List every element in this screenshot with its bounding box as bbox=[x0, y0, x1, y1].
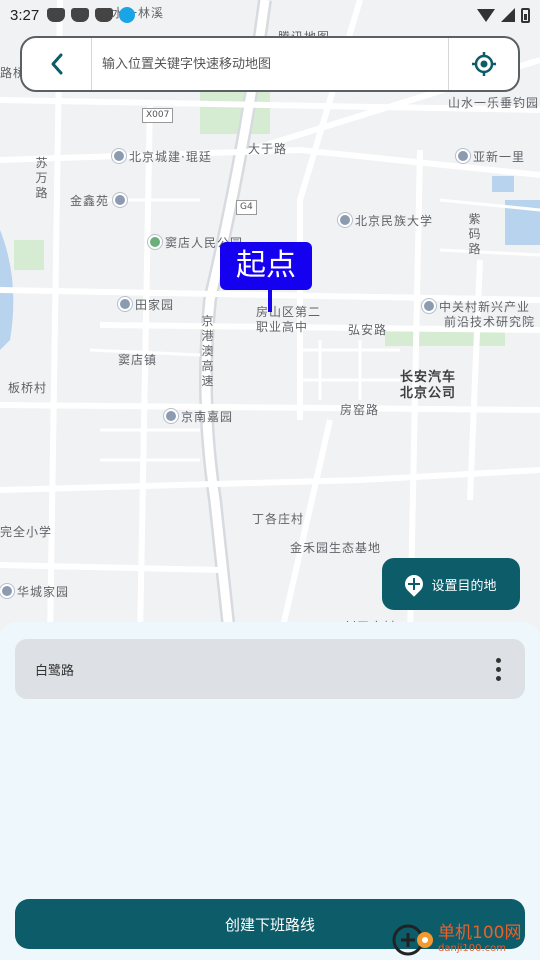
map-label: 北京公司 bbox=[400, 386, 457, 401]
map-label: 华城家园 bbox=[0, 583, 69, 600]
search-bar bbox=[20, 36, 520, 92]
locate-icon bbox=[471, 52, 496, 76]
search-input[interactable] bbox=[92, 56, 448, 72]
chevron-left-icon bbox=[51, 53, 62, 75]
signal-icon bbox=[501, 8, 515, 22]
map-view[interactable]: X007 G4 水一林溪 腾讯地图 路桥 山水一乐垂钓园 大于路 北京城建·琨廷… bbox=[0, 0, 540, 640]
map-label: 京南嘉园 bbox=[164, 408, 233, 425]
map-label: 金鑫苑 bbox=[70, 192, 130, 209]
set-destination-label: 设置目的地 bbox=[431, 578, 497, 594]
bottom-sheet: 白鹭路 创建下班路线 bbox=[0, 622, 540, 960]
back-button[interactable] bbox=[22, 38, 92, 90]
poi-icon bbox=[0, 584, 14, 598]
notification-icons bbox=[47, 7, 136, 23]
map-label: 大于路 bbox=[248, 142, 288, 156]
map-label: 京港澳高速 bbox=[201, 314, 215, 388]
map-label: 完全小学 bbox=[0, 525, 53, 539]
start-point-marker[interactable]: 起点 bbox=[220, 242, 312, 312]
poi-icon bbox=[118, 297, 132, 311]
poi-icon bbox=[112, 149, 126, 163]
set-destination-button[interactable]: 设置目的地 bbox=[382, 558, 520, 610]
map-label: 田家园 bbox=[118, 296, 174, 313]
map-label: 山水一乐垂钓园 bbox=[448, 96, 540, 110]
start-point-label: 起点 bbox=[220, 242, 312, 290]
map-label: 职业高中 bbox=[256, 320, 309, 334]
map-label: 北京民族大学 bbox=[338, 212, 433, 229]
locate-button[interactable] bbox=[448, 38, 518, 90]
status-time: 3:27 bbox=[10, 6, 40, 24]
poi-icon bbox=[113, 193, 128, 207]
poi-icon bbox=[422, 299, 436, 313]
poi-icon bbox=[456, 149, 470, 163]
more-options-icon[interactable] bbox=[492, 654, 505, 685]
map-label: 窦店镇 bbox=[118, 353, 158, 367]
map-label: 苏万路 bbox=[35, 156, 49, 200]
park-icon bbox=[148, 235, 162, 249]
add-location-icon bbox=[401, 571, 428, 597]
school-icon bbox=[338, 213, 352, 227]
map-label: 板桥村 bbox=[8, 381, 48, 395]
road-badge-g4: G4 bbox=[236, 200, 257, 215]
watermark-sub-text: danji100.com bbox=[438, 942, 506, 954]
map-label: 前沿技术研究院 bbox=[444, 315, 536, 329]
map-label: 北京城建·琨廷 bbox=[112, 148, 212, 165]
poi-icon bbox=[164, 409, 178, 423]
watermark: 单机100网 danji100.com bbox=[390, 916, 540, 960]
wifi-icon bbox=[477, 8, 495, 22]
watermark-logo-icon bbox=[390, 918, 434, 958]
status-bar: 3:27 bbox=[0, 0, 540, 30]
app-notification-icon bbox=[71, 8, 90, 22]
route-name: 白鹭路 bbox=[35, 663, 75, 679]
battery-icon bbox=[521, 7, 530, 23]
map-label: 丁各庄村 bbox=[252, 512, 305, 526]
map-label: 亚新一里 bbox=[456, 148, 525, 165]
road-badge-x007: X007 bbox=[142, 108, 174, 123]
map-label: 弘安路 bbox=[348, 323, 388, 337]
download-icon bbox=[119, 7, 136, 23]
app-notification-icon bbox=[47, 8, 66, 22]
map-label: 房窑路 bbox=[340, 403, 380, 417]
route-card[interactable]: 白鹭路 bbox=[15, 639, 525, 699]
map-label: 金禾园生态基地 bbox=[290, 541, 382, 555]
start-point-pin bbox=[268, 290, 272, 312]
map-label: 紫码路 bbox=[468, 212, 482, 256]
app-notification-icon bbox=[95, 8, 114, 22]
watermark-main-text: 单机100网 bbox=[438, 922, 522, 943]
